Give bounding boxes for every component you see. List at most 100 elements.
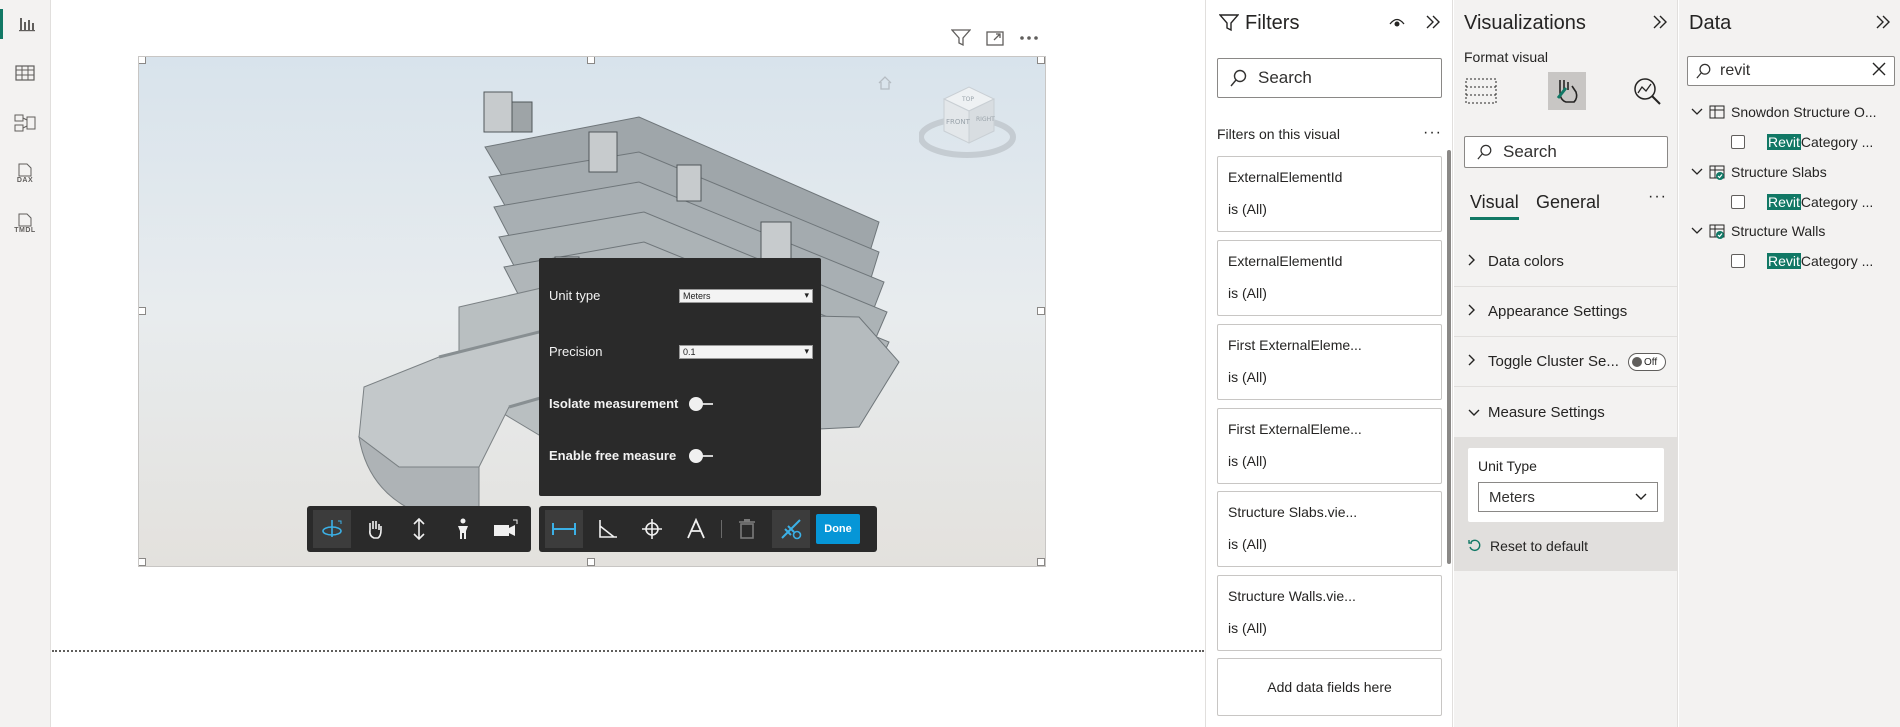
filter-field: Structure Slabs.vie... bbox=[1228, 504, 1358, 520]
pan-hand-icon[interactable] bbox=[357, 510, 395, 548]
table-node[interactable]: Structure Slabs bbox=[1691, 160, 1827, 184]
resize-handle[interactable] bbox=[139, 57, 146, 64]
isolate-row: Isolate measurement bbox=[549, 396, 813, 411]
section-data-colors[interactable]: Data colors bbox=[1454, 237, 1678, 287]
model-view-icon[interactable] bbox=[10, 108, 40, 138]
orbit-icon[interactable] bbox=[313, 510, 351, 548]
resize-handle[interactable] bbox=[1037, 57, 1045, 64]
field-node[interactable]: Revit Category ... bbox=[1731, 249, 1873, 273]
table-checked-icon bbox=[1709, 164, 1725, 180]
resize-handle[interactable] bbox=[587, 558, 595, 566]
filter-state: is (All) bbox=[1228, 285, 1267, 301]
collapse-visualizations-icon[interactable] bbox=[1652, 15, 1668, 34]
unit-type-dropdown[interactable]: Meters bbox=[1478, 482, 1658, 512]
report-view-icon[interactable] bbox=[0, 9, 50, 39]
measure-toolbar: Done bbox=[539, 506, 877, 552]
tab-visual[interactable]: Visual bbox=[1470, 192, 1519, 220]
collapse-data-icon[interactable] bbox=[1875, 15, 1891, 34]
filter-card[interactable]: First ExternalEleme... is (All) bbox=[1217, 324, 1442, 400]
format-visual-label: Format visual bbox=[1464, 49, 1549, 65]
measure-distance-icon[interactable] bbox=[545, 510, 583, 548]
section-measure-settings[interactable]: Measure Settings bbox=[1454, 387, 1678, 437]
filters-scrollbar[interactable] bbox=[1447, 150, 1451, 564]
dax-query-icon[interactable]: DAX bbox=[10, 158, 40, 188]
field-node[interactable]: Revit Category ... bbox=[1731, 130, 1873, 154]
reset-to-default-link[interactable]: Reset to default bbox=[1468, 538, 1588, 554]
visualizations-title: Visualizations bbox=[1464, 12, 1586, 34]
field-node[interactable]: Revit Category ... bbox=[1731, 190, 1873, 214]
table-node[interactable]: Snowdon Structure O... bbox=[1691, 100, 1877, 124]
precision-select[interactable]: 0.1 ▾ bbox=[679, 344, 813, 359]
precision-label: Precision bbox=[549, 344, 603, 359]
filters-title: Filters bbox=[1245, 12, 1300, 34]
home-view-icon[interactable] bbox=[877, 75, 893, 96]
eye-icon[interactable] bbox=[1389, 16, 1405, 34]
toggle-cluster-switch[interactable]: Off bbox=[1628, 353, 1666, 371]
zoom-icon[interactable] bbox=[400, 510, 438, 548]
camera-icon[interactable] bbox=[487, 510, 525, 548]
resize-handle[interactable] bbox=[1037, 558, 1045, 566]
filter-card[interactable]: Structure Walls.vie... is (All) bbox=[1217, 575, 1442, 651]
filter-field: First ExternalEleme... bbox=[1228, 421, 1362, 437]
view-cube[interactable]: TOP FRONT RIGHT bbox=[918, 77, 1019, 172]
filters-search-input[interactable]: Search bbox=[1217, 58, 1442, 98]
chevron-down-icon bbox=[1691, 108, 1703, 115]
data-title: Data bbox=[1689, 12, 1732, 34]
first-person-icon[interactable] bbox=[444, 510, 482, 548]
field-name-rest: Category ... bbox=[1800, 194, 1874, 210]
filter-state: is (All) bbox=[1228, 369, 1267, 385]
resize-handle[interactable] bbox=[139, 558, 146, 566]
field-checkbox[interactable] bbox=[1731, 195, 1745, 209]
add-data-fields-dropzone[interactable]: Add data fields here bbox=[1217, 658, 1442, 716]
table-checked-icon bbox=[1709, 223, 1725, 239]
more-options-icon[interactable] bbox=[1018, 27, 1040, 49]
build-visual-icon[interactable] bbox=[1464, 74, 1498, 108]
precision-value: 0.1 bbox=[683, 346, 696, 357]
table-icon bbox=[1709, 105, 1725, 119]
reset-icon bbox=[1468, 539, 1481, 552]
unit-type-select[interactable]: Meters ▾ bbox=[679, 288, 813, 303]
data-search-input[interactable]: revit bbox=[1687, 56, 1895, 86]
measure-settings-icon[interactable] bbox=[772, 510, 810, 548]
free-measure-toggle[interactable] bbox=[689, 448, 715, 463]
done-button[interactable]: Done bbox=[816, 514, 860, 544]
resize-handle[interactable] bbox=[587, 57, 595, 64]
unit-type-row: Unit type Meters ▾ bbox=[549, 288, 813, 303]
filter-icon[interactable] bbox=[950, 27, 972, 49]
table-node[interactable]: Structure Walls bbox=[1691, 219, 1825, 243]
filters-section-label: Filters on this visual bbox=[1217, 126, 1340, 142]
more-options-icon[interactable]: ··· bbox=[1423, 124, 1442, 142]
tmdl-view-icon[interactable]: TMDL bbox=[10, 208, 40, 238]
more-options-icon[interactable]: ··· bbox=[1648, 188, 1667, 206]
filter-card[interactable]: Structure Slabs.vie... is (All) bbox=[1217, 491, 1442, 567]
page-break-line bbox=[52, 650, 1204, 652]
isolate-toggle[interactable] bbox=[689, 396, 715, 411]
section-appearance-settings[interactable]: Appearance Settings bbox=[1454, 287, 1678, 337]
resize-handle[interactable] bbox=[139, 307, 146, 315]
visualizations-search-input[interactable]: Search bbox=[1464, 136, 1668, 168]
section-toggle-cluster[interactable]: Toggle Cluster Se... Off bbox=[1454, 337, 1678, 387]
toggle-state-label: Off bbox=[1644, 356, 1658, 368]
chevron-right-icon bbox=[1468, 303, 1482, 320]
navigation-toolbar bbox=[307, 506, 531, 552]
resize-handle[interactable] bbox=[1037, 307, 1045, 315]
analytics-icon[interactable] bbox=[1630, 74, 1664, 108]
chevron-right-icon bbox=[1468, 353, 1482, 370]
field-checkbox[interactable] bbox=[1731, 135, 1745, 149]
visual-header bbox=[950, 26, 1050, 50]
clear-search-icon[interactable] bbox=[1872, 62, 1886, 81]
filter-card[interactable]: ExternalElementId is (All) bbox=[1217, 240, 1442, 316]
field-checkbox[interactable] bbox=[1731, 254, 1745, 268]
format-visual-icon[interactable] bbox=[1548, 72, 1586, 110]
table-view-icon[interactable] bbox=[10, 58, 40, 88]
measure-area-icon[interactable] bbox=[677, 510, 715, 548]
filter-card[interactable]: ExternalElementId is (All) bbox=[1217, 156, 1442, 232]
filter-state: is (All) bbox=[1228, 536, 1267, 552]
collapse-filters-icon[interactable] bbox=[1425, 15, 1441, 34]
focus-mode-icon[interactable] bbox=[984, 27, 1006, 49]
delete-measurement-icon[interactable] bbox=[728, 510, 766, 548]
measure-point-icon[interactable] bbox=[633, 510, 671, 548]
tab-general[interactable]: General bbox=[1536, 192, 1600, 213]
filter-card[interactable]: First ExternalEleme... is (All) bbox=[1217, 408, 1442, 484]
measure-angle-icon[interactable] bbox=[589, 510, 627, 548]
